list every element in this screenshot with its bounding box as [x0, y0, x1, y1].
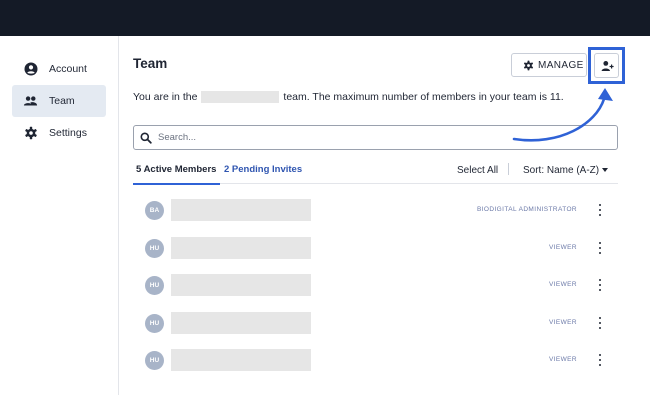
member-row[interactable]: BA BIODIGITAL ADMINISTRATOR: [133, 195, 618, 225]
member-name-redacted: [171, 274, 311, 296]
sidebar-item-account[interactable]: Account: [12, 53, 106, 85]
member-role: VIEWER: [548, 319, 577, 326]
caret-down-icon: [602, 168, 609, 173]
member-search[interactable]: [133, 125, 618, 150]
member-name-redacted: [171, 199, 311, 221]
team-info-prefix: You are in the: [133, 91, 198, 103]
member-row[interactable]: HU VIEWER: [133, 345, 618, 375]
member-role: VIEWER: [548, 281, 577, 288]
kebab-menu-icon[interactable]: [596, 204, 604, 216]
group-icon: [23, 96, 38, 106]
manage-button-label: MANAGE: [538, 60, 584, 71]
member-row[interactable]: HU VIEWER: [133, 270, 618, 300]
member-name-redacted: [171, 349, 311, 371]
add-user-icon: [601, 61, 614, 71]
team-info-suffix: team. The maximum number of members in y…: [283, 91, 564, 103]
team-panel: Team MANAGE You are in the team. The max…: [132, 36, 650, 395]
sidebar: Account Team Settings: [0, 36, 119, 395]
invite-member-highlight: [588, 47, 625, 84]
member-tabs: 5 Active Members 2 Pending Invites Selec…: [132, 158, 618, 185]
top-bar: [0, 0, 650, 36]
kebab-menu-icon[interactable]: [596, 279, 604, 291]
member-name-redacted: [171, 237, 311, 259]
kebab-menu-icon[interactable]: [596, 354, 604, 366]
member-row[interactable]: HU VIEWER: [133, 308, 618, 338]
gear-icon: [523, 60, 534, 71]
avatar: HU: [145, 314, 164, 333]
search-icon: [140, 132, 152, 144]
invite-member-button[interactable]: [594, 53, 619, 78]
sidebar-item-label: Account: [49, 63, 87, 75]
divider: [508, 163, 509, 175]
kebab-menu-icon[interactable]: [596, 317, 604, 329]
sidebar-item-label: Team: [49, 95, 75, 107]
manage-button[interactable]: MANAGE: [511, 53, 587, 77]
kebab-menu-icon[interactable]: [596, 242, 604, 254]
member-role: VIEWER: [548, 356, 577, 363]
sort-label: Sort: Name (A-Z): [523, 165, 600, 176]
sort-dropdown[interactable]: Sort: Name (A-Z): [523, 165, 609, 176]
gear-icon: [25, 126, 37, 140]
sidebar-item-label: Settings: [49, 127, 87, 139]
team-info-text: You are in the team. The maximum number …: [133, 91, 564, 103]
search-input[interactable]: [158, 129, 598, 146]
member-row[interactable]: HU VIEWER: [133, 233, 618, 263]
avatar: BA: [145, 201, 164, 220]
avatar: HU: [145, 351, 164, 370]
member-role: BIODIGITAL ADMINISTRATOR: [476, 206, 577, 213]
sidebar-item-team[interactable]: Team: [12, 85, 106, 117]
page-title: Team: [133, 56, 168, 71]
member-name-redacted: [171, 312, 311, 334]
account-circle-icon: [24, 62, 38, 76]
tab-pending-invites[interactable]: 2 Pending Invites: [224, 164, 302, 184]
tab-active-members[interactable]: 5 Active Members: [132, 164, 221, 185]
sidebar-item-settings[interactable]: Settings: [12, 117, 106, 149]
avatar: HU: [145, 276, 164, 295]
team-name-redacted: [201, 91, 280, 103]
avatar: HU: [145, 239, 164, 258]
select-all-button[interactable]: Select All: [457, 165, 498, 176]
member-role: VIEWER: [548, 244, 577, 251]
